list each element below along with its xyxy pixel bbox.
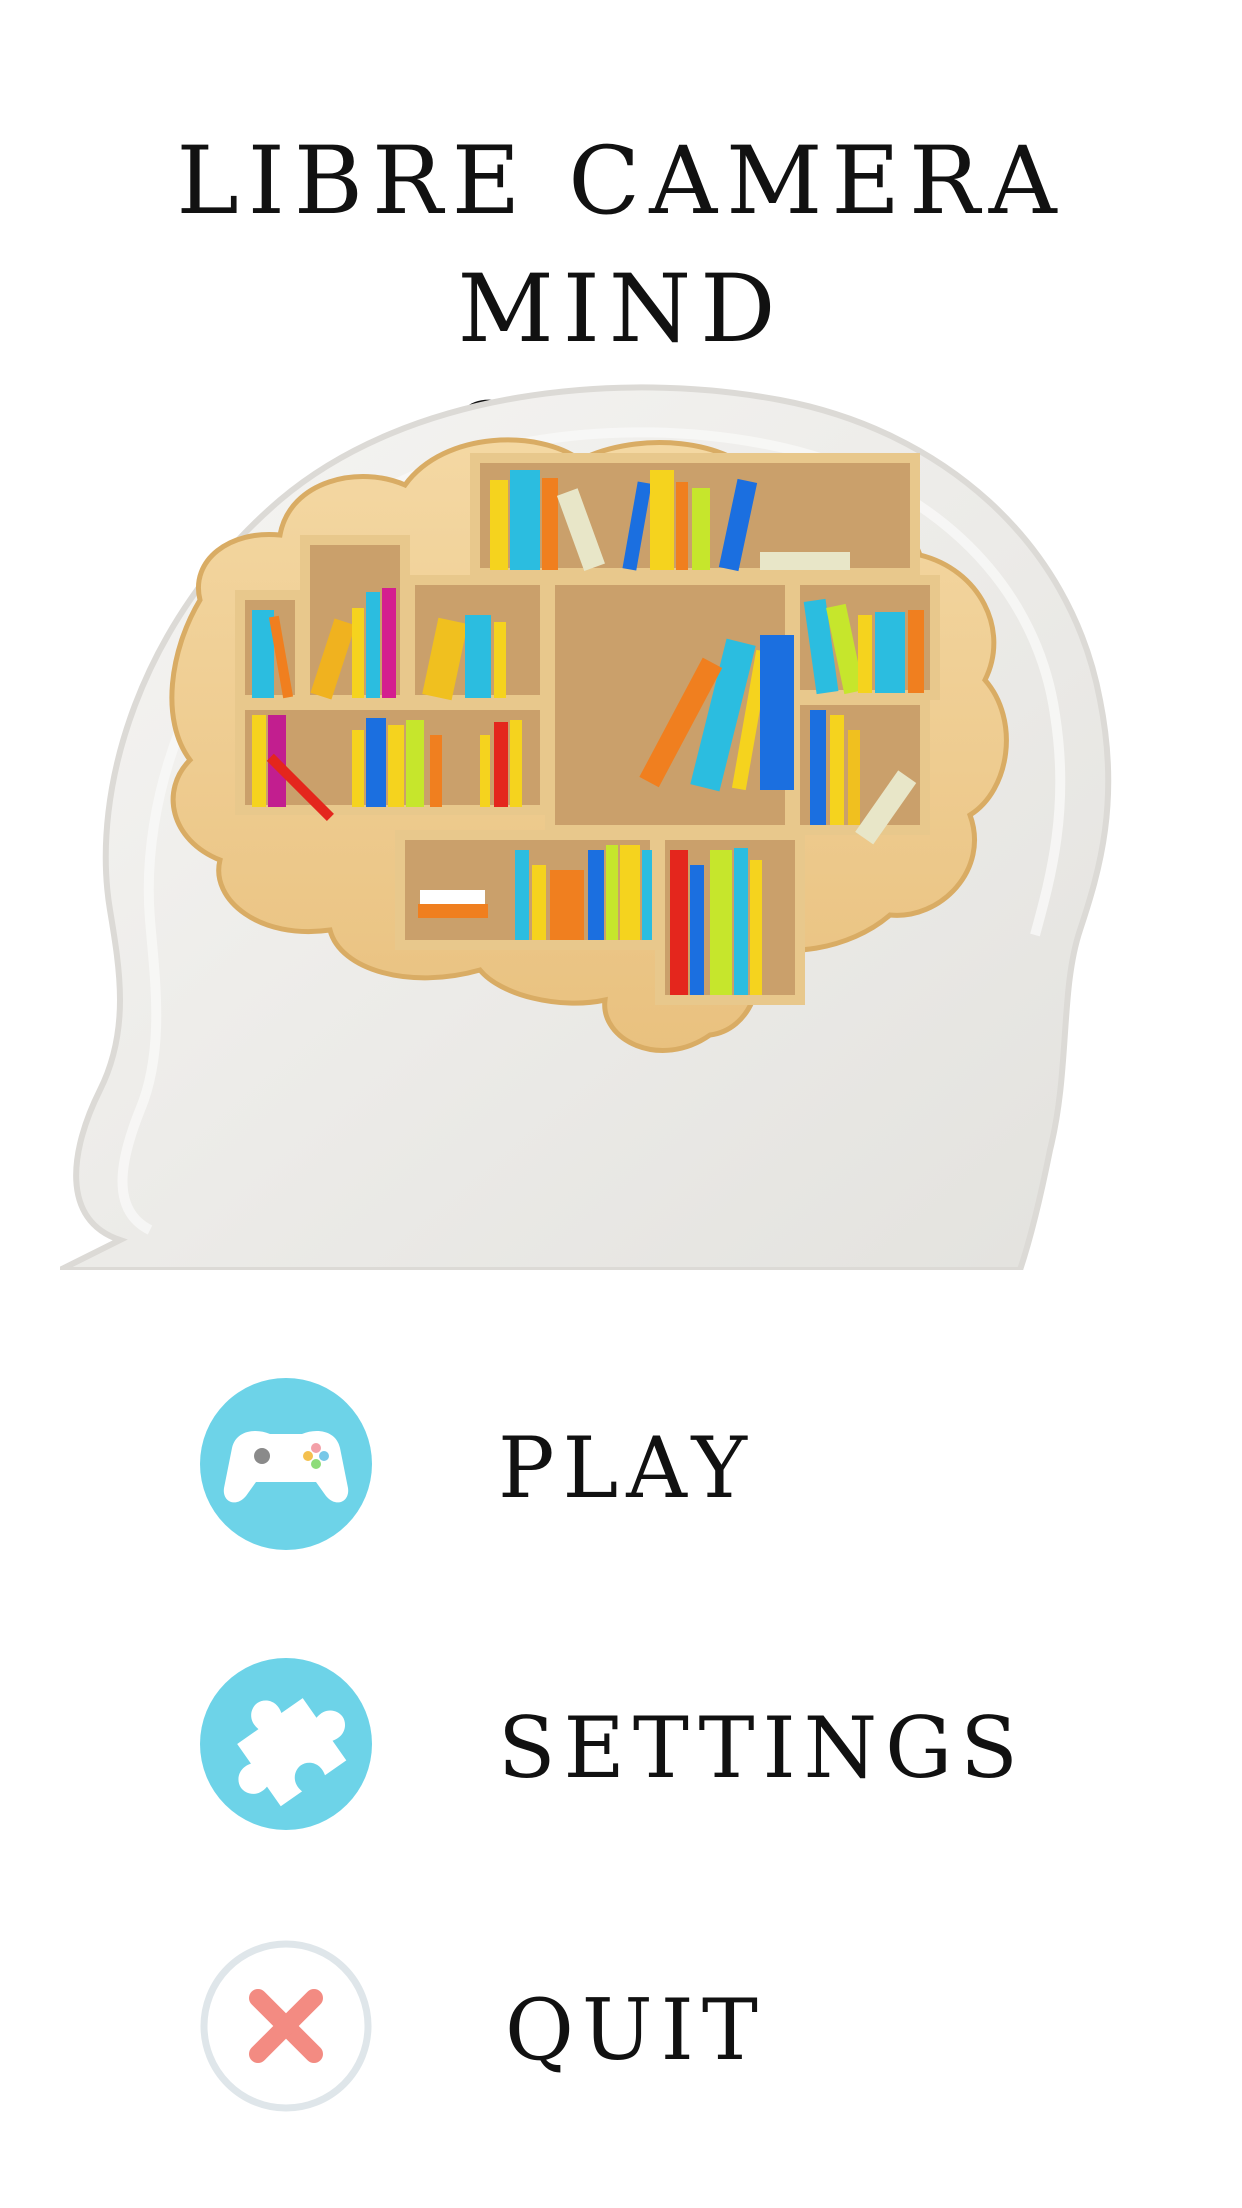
brain-bookshelf-illustration <box>60 370 1160 1270</box>
puzzle-icon[interactable] <box>200 1658 372 1830</box>
play-label: PLAY <box>498 1419 756 1517</box>
quit-label: QUIT <box>505 1981 766 2079</box>
game-title-line-1: LIBRE CAMERA MIND <box>176 127 1066 364</box>
gamepad-icon[interactable] <box>200 1378 372 1550</box>
settings-label: SETTINGS <box>498 1699 1026 1797</box>
close-icon[interactable] <box>200 1940 372 2112</box>
quit-button[interactable]: QUIT <box>200 1940 1100 2120</box>
settings-button[interactable]: SETTINGS <box>200 1658 1100 1838</box>
play-button[interactable]: PLAY <box>200 1378 1100 1558</box>
